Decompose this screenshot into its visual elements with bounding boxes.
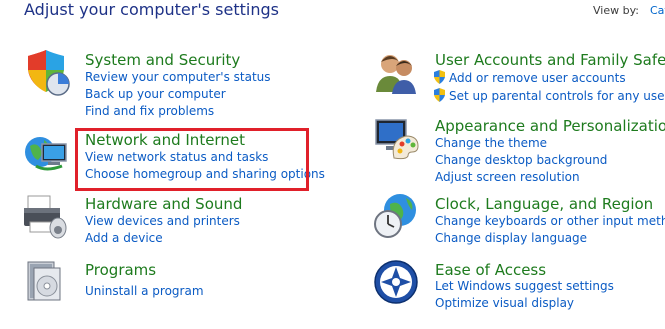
category-link[interactable]: Change keyboards or other input methods bbox=[435, 214, 665, 229]
category-link[interactable]: Find and fix problems bbox=[85, 104, 214, 119]
uac-shield-icon bbox=[434, 70, 445, 84]
category-title[interactable]: User Accounts and Family Safety bbox=[435, 51, 665, 69]
category-title[interactable]: Programs bbox=[85, 261, 156, 279]
ease-of-access-icon[interactable] bbox=[372, 258, 420, 306]
category-link[interactable]: Review your computer's status bbox=[85, 70, 271, 85]
category-link[interactable]: Change desktop background bbox=[435, 153, 607, 168]
category-link[interactable]: Optimize visual display bbox=[435, 296, 574, 311]
highlight-box bbox=[75, 128, 309, 191]
category-link-label: Set up parental controls for any user bbox=[449, 89, 665, 103]
category-link[interactable]: Add a device bbox=[85, 231, 163, 246]
clock-globe-icon[interactable] bbox=[372, 192, 420, 240]
category-title[interactable]: Hardware and Sound bbox=[85, 195, 242, 213]
category-link[interactable]: Change the theme bbox=[435, 136, 547, 151]
page-title: Adjust your computer's settings bbox=[24, 0, 279, 19]
view-by-dropdown[interactable]: Cat bbox=[650, 4, 665, 17]
category-link[interactable]: Let Windows suggest settings bbox=[435, 279, 614, 294]
category-link[interactable]: Add or remove user accounts bbox=[433, 70, 626, 86]
shield-security-icon[interactable] bbox=[22, 48, 70, 96]
users-icon[interactable] bbox=[372, 48, 420, 96]
category-link[interactable]: View devices and printers bbox=[85, 214, 240, 229]
category-title[interactable]: Appearance and Personalization bbox=[435, 117, 665, 135]
network-globe-icon[interactable] bbox=[22, 128, 70, 176]
category-link[interactable]: Uninstall a program bbox=[85, 284, 204, 299]
programs-icon[interactable] bbox=[22, 258, 70, 306]
category-title[interactable]: Ease of Access bbox=[435, 261, 546, 279]
category-link[interactable]: Set up parental controls for any user bbox=[433, 88, 665, 104]
monitor-palette-icon[interactable] bbox=[372, 114, 420, 162]
category-title[interactable]: Clock, Language, and Region bbox=[435, 195, 653, 213]
view-by-label: View by: bbox=[593, 4, 639, 17]
category-title[interactable]: System and Security bbox=[85, 51, 240, 69]
category-link-label: Add or remove user accounts bbox=[449, 71, 626, 85]
category-link[interactable]: Change display language bbox=[435, 231, 587, 246]
uac-shield-icon bbox=[434, 88, 445, 102]
category-link[interactable]: Back up your computer bbox=[85, 87, 226, 102]
printer-icon[interactable] bbox=[22, 192, 70, 240]
category-link[interactable]: Adjust screen resolution bbox=[435, 170, 580, 185]
